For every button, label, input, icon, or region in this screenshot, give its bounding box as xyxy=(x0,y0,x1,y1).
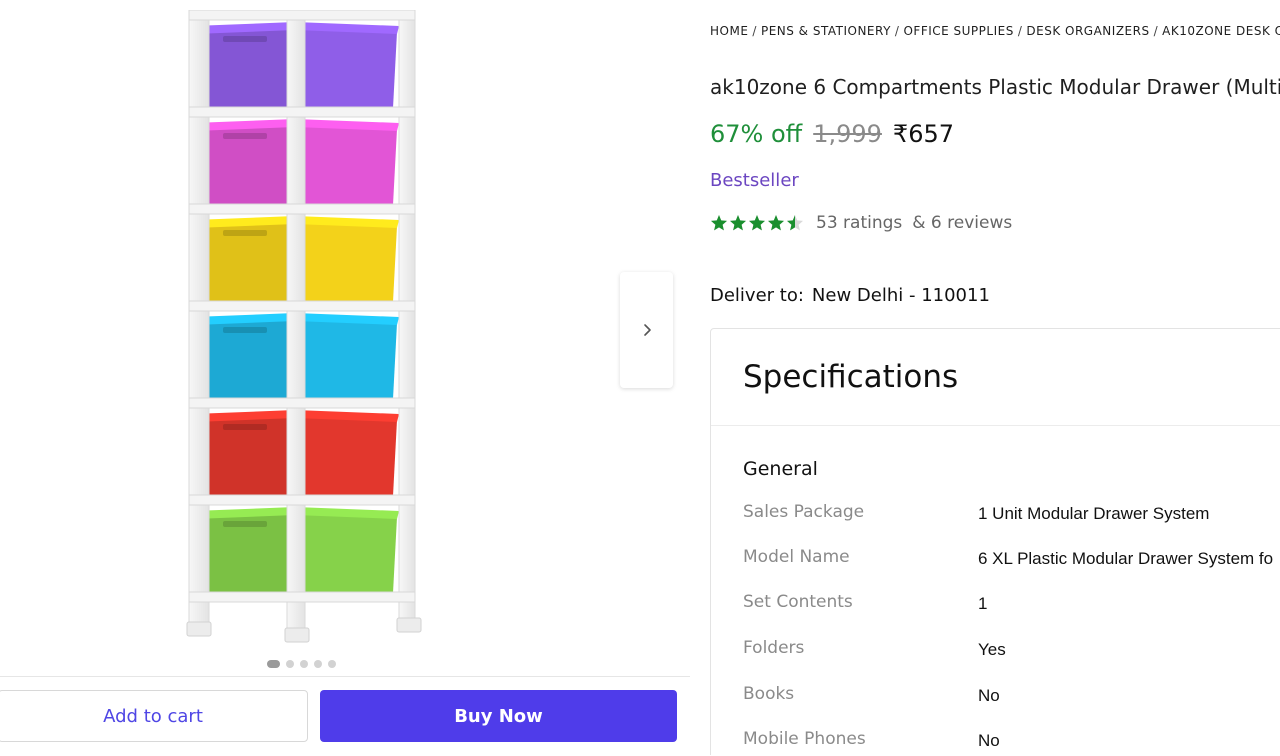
rack-shelf xyxy=(188,397,416,409)
product-details: HOME / PENS & STATIONERY / OFFICE SUPPLIES / D… xyxy=(710,0,1280,755)
specifications-card: Specifications General Sales Package 1 U… xyxy=(710,328,1280,755)
spec-row: Set Contents 1 xyxy=(743,592,1280,616)
spec-key: Set Contents xyxy=(743,592,853,612)
breadcrumb-separator: / xyxy=(1017,24,1023,38)
breadcrumb: HOME / PENS & STATIONERY / OFFICE SUPPLIES / D… xyxy=(710,24,1280,38)
rack-post xyxy=(286,10,306,631)
breadcrumb-office-supplies[interactable]: OFFICE SUPPLIES xyxy=(903,24,1013,38)
selling-price: ₹657 xyxy=(892,120,954,148)
breadcrumb-separator: / xyxy=(1153,24,1159,38)
spec-key: Folders xyxy=(743,638,805,658)
spec-value: No xyxy=(978,731,1000,750)
spec-value: 6 XL Plastic Modular Drawer System fo xyxy=(978,549,1274,568)
product-gallery: Add to cart Buy Now xyxy=(0,0,690,755)
star-rating xyxy=(710,214,804,232)
rack-shelf xyxy=(188,203,416,215)
original-price: 1,999 xyxy=(813,120,882,148)
product-title: ak10zone 6 Compartments Plastic Modular … xyxy=(710,75,1280,99)
spec-key: Sales Package xyxy=(743,502,865,522)
price-row: 67% off 1,999 ₹657 xyxy=(710,120,954,148)
breadcrumb-pens-stationery[interactable]: PENS & STATIONERY xyxy=(761,24,891,38)
rack-foot xyxy=(284,627,310,643)
spec-key: Mobile Phones xyxy=(743,729,866,749)
rack-shelf xyxy=(188,591,416,603)
rating-summary[interactable]: 53 ratings & 6 reviews xyxy=(710,213,1012,233)
rack-shelf xyxy=(188,300,416,312)
carousel-dot[interactable] xyxy=(314,660,322,668)
image-carousel-dots xyxy=(267,660,336,668)
breadcrumb-separator: / xyxy=(894,24,900,38)
rack-foot xyxy=(396,617,422,633)
star-icon xyxy=(787,215,803,231)
breadcrumb-desk-organizers[interactable]: DESK ORGANIZERS xyxy=(1026,24,1149,38)
spec-key: Books xyxy=(743,684,795,704)
star-icon xyxy=(749,215,765,231)
spec-row: Model Name 6 XL Plastic Modular Drawer S… xyxy=(743,547,1280,571)
rack-foot xyxy=(186,621,212,637)
chevron-right-icon xyxy=(643,324,651,336)
carousel-dot[interactable] xyxy=(300,660,308,668)
rack-shelf xyxy=(188,494,416,506)
buy-now-button[interactable]: Buy Now xyxy=(320,690,677,742)
next-image-button[interactable] xyxy=(620,272,673,388)
reviews-count: & 6 reviews xyxy=(912,213,1013,233)
discount-percent: 67% off xyxy=(710,120,803,148)
ratings-count: 53 ratings xyxy=(816,213,903,233)
spec-key: Model Name xyxy=(743,547,850,567)
breadcrumb-separator: / xyxy=(752,24,757,38)
action-bar: Add to cart Buy Now xyxy=(0,676,690,756)
spec-row: Mobile Phones No xyxy=(743,729,1280,753)
delivery-city: New Delhi - 110011 xyxy=(811,285,990,306)
spec-value: No xyxy=(978,686,1000,705)
carousel-dot[interactable] xyxy=(267,660,280,668)
delivery-location[interactable]: Deliver to: New Delhi - 110011 xyxy=(710,285,990,306)
specifications-title: Specifications xyxy=(743,359,959,395)
spec-value: 1 xyxy=(978,594,988,613)
add-to-cart-button[interactable]: Add to cart xyxy=(0,690,308,742)
rack-shelf xyxy=(188,10,416,21)
rack-post xyxy=(398,10,416,631)
spec-value: Yes xyxy=(978,640,1006,659)
star-icon xyxy=(711,215,727,231)
spec-row: Sales Package 1 Unit Modular Drawer Syst… xyxy=(743,502,1280,526)
rack-shelf xyxy=(188,106,416,118)
star-icon xyxy=(768,215,784,231)
star-icon xyxy=(730,215,746,231)
rack-post xyxy=(188,10,210,631)
bestseller-badge: Bestseller xyxy=(710,170,799,191)
breadcrumb-current-product[interactable]: AK10ZONE DESK O xyxy=(1162,24,1280,38)
spec-row: Folders Yes xyxy=(743,638,1280,662)
carousel-dot[interactable] xyxy=(328,660,336,668)
spec-group-title: General xyxy=(743,458,818,480)
product-image[interactable] xyxy=(185,10,425,646)
delivery-label: Deliver to: xyxy=(710,285,804,306)
divider xyxy=(711,425,1280,426)
spec-value: 1 Unit Modular Drawer System xyxy=(978,504,1210,523)
breadcrumb-home[interactable]: HOME xyxy=(710,24,748,38)
carousel-dot[interactable] xyxy=(286,660,294,668)
spec-row: Books No xyxy=(743,684,1280,708)
